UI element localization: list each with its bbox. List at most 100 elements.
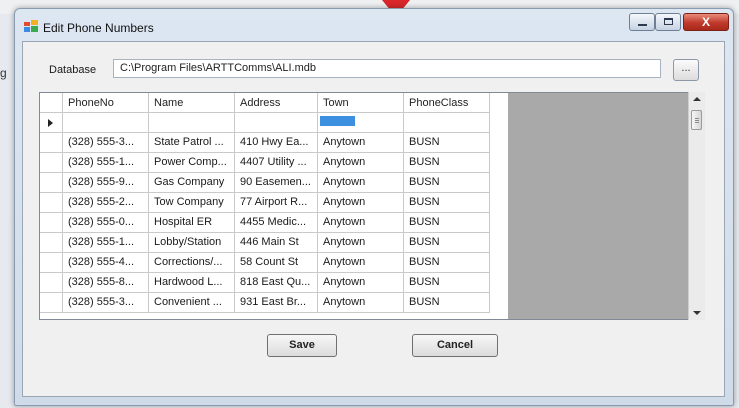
table-row[interactable]: (328) 555-4... Corrections/... 58 Count …	[40, 253, 508, 273]
grid-cell-selected[interactable]	[318, 113, 404, 133]
cell-phoneno[interactable]: (328) 555-4...	[63, 253, 149, 273]
grid-cell[interactable]	[149, 113, 235, 133]
cell-address[interactable]: 58 Count St	[235, 253, 318, 273]
row-header[interactable]	[40, 273, 63, 293]
cell-phoneno[interactable]: (328) 555-0...	[63, 213, 149, 233]
cell-town[interactable]: Anytown	[318, 253, 404, 273]
cell-phoneno[interactable]: (328) 555-8...	[63, 273, 149, 293]
cell-address[interactable]: 77 Airport R...	[235, 193, 318, 213]
grid-cell[interactable]	[404, 113, 490, 133]
scroll-up-arrow-icon[interactable]	[693, 97, 701, 101]
row-header[interactable]	[40, 253, 63, 273]
cell-name[interactable]: Tow Company	[149, 193, 235, 213]
close-button[interactable]: X	[683, 13, 729, 31]
row-header[interactable]	[40, 213, 63, 233]
title-bar[interactable]: Edit Phone Numbers X	[15, 9, 733, 41]
cell-town[interactable]: Anytown	[318, 193, 404, 213]
cell-selection-highlight	[320, 116, 355, 126]
cell-phoneno[interactable]: (328) 555-1...	[63, 153, 149, 173]
save-button[interactable]: Save	[267, 334, 337, 357]
table-row[interactable]: (328) 555-3... State Patrol ... 410 Hwy …	[40, 133, 508, 153]
current-row-arrow-icon	[48, 119, 53, 127]
row-header[interactable]	[40, 193, 63, 213]
edit-phone-numbers-dialog: Edit Phone Numbers X Database C:\Program…	[14, 8, 734, 406]
cell-address[interactable]: 931 East Br...	[235, 293, 318, 313]
table-row[interactable]: (328) 555-9... Gas Company 90 Easemen...…	[40, 173, 508, 193]
column-header-town[interactable]: Town	[318, 93, 404, 113]
cell-town[interactable]: Anytown	[318, 293, 404, 313]
column-header-phoneclass[interactable]: PhoneClass	[404, 93, 490, 113]
thumb-grip-icon	[695, 120, 699, 121]
cell-phoneclass[interactable]: BUSN	[404, 153, 490, 173]
grid-header-row: PhoneNo Name Address Town PhoneClass	[40, 93, 508, 113]
cell-town[interactable]: Anytown	[318, 153, 404, 173]
cell-phoneclass[interactable]: BUSN	[404, 213, 490, 233]
maximize-icon	[664, 18, 673, 25]
cell-address[interactable]: 90 Easemen...	[235, 173, 318, 193]
maximize-button[interactable]	[655, 13, 681, 31]
cell-phoneclass[interactable]: BUSN	[404, 253, 490, 273]
window-app-icon	[24, 20, 38, 32]
cancel-button[interactable]: Cancel	[412, 334, 498, 357]
row-header[interactable]	[40, 153, 63, 173]
row-header[interactable]	[40, 133, 63, 153]
cell-phoneno[interactable]: (328) 555-3...	[63, 133, 149, 153]
row-header[interactable]	[40, 293, 63, 313]
row-header[interactable]	[40, 173, 63, 193]
cell-town[interactable]: Anytown	[318, 213, 404, 233]
cell-phoneno[interactable]: (328) 555-2...	[63, 193, 149, 213]
row-header[interactable]	[40, 233, 63, 253]
table-row[interactable]: (328) 555-8... Hardwood L... 818 East Qu…	[40, 273, 508, 293]
new-row[interactable]	[40, 113, 508, 133]
cell-name[interactable]: Hardwood L...	[149, 273, 235, 293]
cell-name[interactable]: Convenient ...	[149, 293, 235, 313]
cell-name[interactable]: Gas Company	[149, 173, 235, 193]
browse-button[interactable]: ...	[673, 59, 699, 81]
scrollbar-thumb[interactable]	[691, 110, 702, 130]
cell-phoneclass[interactable]: BUSN	[404, 173, 490, 193]
cell-name[interactable]: State Patrol ...	[149, 133, 235, 153]
cell-phoneclass[interactable]: BUSN	[404, 133, 490, 153]
cell-phoneno[interactable]: (328) 555-3...	[63, 293, 149, 313]
cell-name[interactable]: Power Comp...	[149, 153, 235, 173]
column-header-address[interactable]: Address	[235, 93, 318, 113]
column-header-name[interactable]: Name	[149, 93, 235, 113]
cell-address[interactable]: 4407 Utility ...	[235, 153, 318, 173]
cell-town[interactable]: Anytown	[318, 233, 404, 253]
table-row[interactable]: (328) 555-3... Convenient ... 931 East B…	[40, 293, 508, 313]
grid-cell[interactable]	[63, 113, 149, 133]
cell-phoneno[interactable]: (328) 555-1...	[63, 233, 149, 253]
row-header[interactable]	[40, 113, 63, 133]
cell-phoneclass[interactable]: BUSN	[404, 293, 490, 313]
cell-phoneclass[interactable]: BUSN	[404, 273, 490, 293]
cell-address[interactable]: 410 Hwy Ea...	[235, 133, 318, 153]
thumb-grip-icon	[695, 118, 699, 119]
row-header-corner	[40, 93, 63, 113]
grid-cell[interactable]	[235, 113, 318, 133]
database-path-field[interactable]: C:\Program Files\ARTTComms\ALI.mdb	[113, 59, 661, 78]
cell-name[interactable]: Corrections/...	[149, 253, 235, 273]
cell-town[interactable]: Anytown	[318, 273, 404, 293]
cell-town[interactable]: Anytown	[318, 173, 404, 193]
thumb-grip-icon	[695, 122, 699, 123]
cell-address[interactable]: 818 East Qu...	[235, 273, 318, 293]
grid-vertical-scrollbar[interactable]	[688, 92, 705, 320]
minimize-button[interactable]	[629, 13, 655, 31]
table-row[interactable]: (328) 555-2... Tow Company 77 Airport R.…	[40, 193, 508, 213]
cell-address[interactable]: 446 Main St	[235, 233, 318, 253]
cell-phoneclass[interactable]: BUSN	[404, 193, 490, 213]
scroll-down-arrow-icon[interactable]	[693, 311, 701, 315]
grid-body: PhoneNo Name Address Town PhoneClass (32…	[40, 93, 508, 319]
phone-numbers-grid[interactable]: PhoneNo Name Address Town PhoneClass (32…	[39, 92, 705, 320]
cell-phoneclass[interactable]: BUSN	[404, 233, 490, 253]
cell-name[interactable]: Hospital ER	[149, 213, 235, 233]
table-row[interactable]: (328) 555-0... Hospital ER 4455 Medic...…	[40, 213, 508, 233]
dialog-client-area: Database C:\Program Files\ARTTComms\ALI.…	[22, 41, 725, 397]
cell-name[interactable]: Lobby/Station	[149, 233, 235, 253]
cell-address[interactable]: 4455 Medic...	[235, 213, 318, 233]
cell-phoneno[interactable]: (328) 555-9...	[63, 173, 149, 193]
cell-town[interactable]: Anytown	[318, 133, 404, 153]
table-row[interactable]: (328) 555-1... Lobby/Station 446 Main St…	[40, 233, 508, 253]
column-header-phoneno[interactable]: PhoneNo	[63, 93, 149, 113]
table-row[interactable]: (328) 555-1... Power Comp... 4407 Utilit…	[40, 153, 508, 173]
